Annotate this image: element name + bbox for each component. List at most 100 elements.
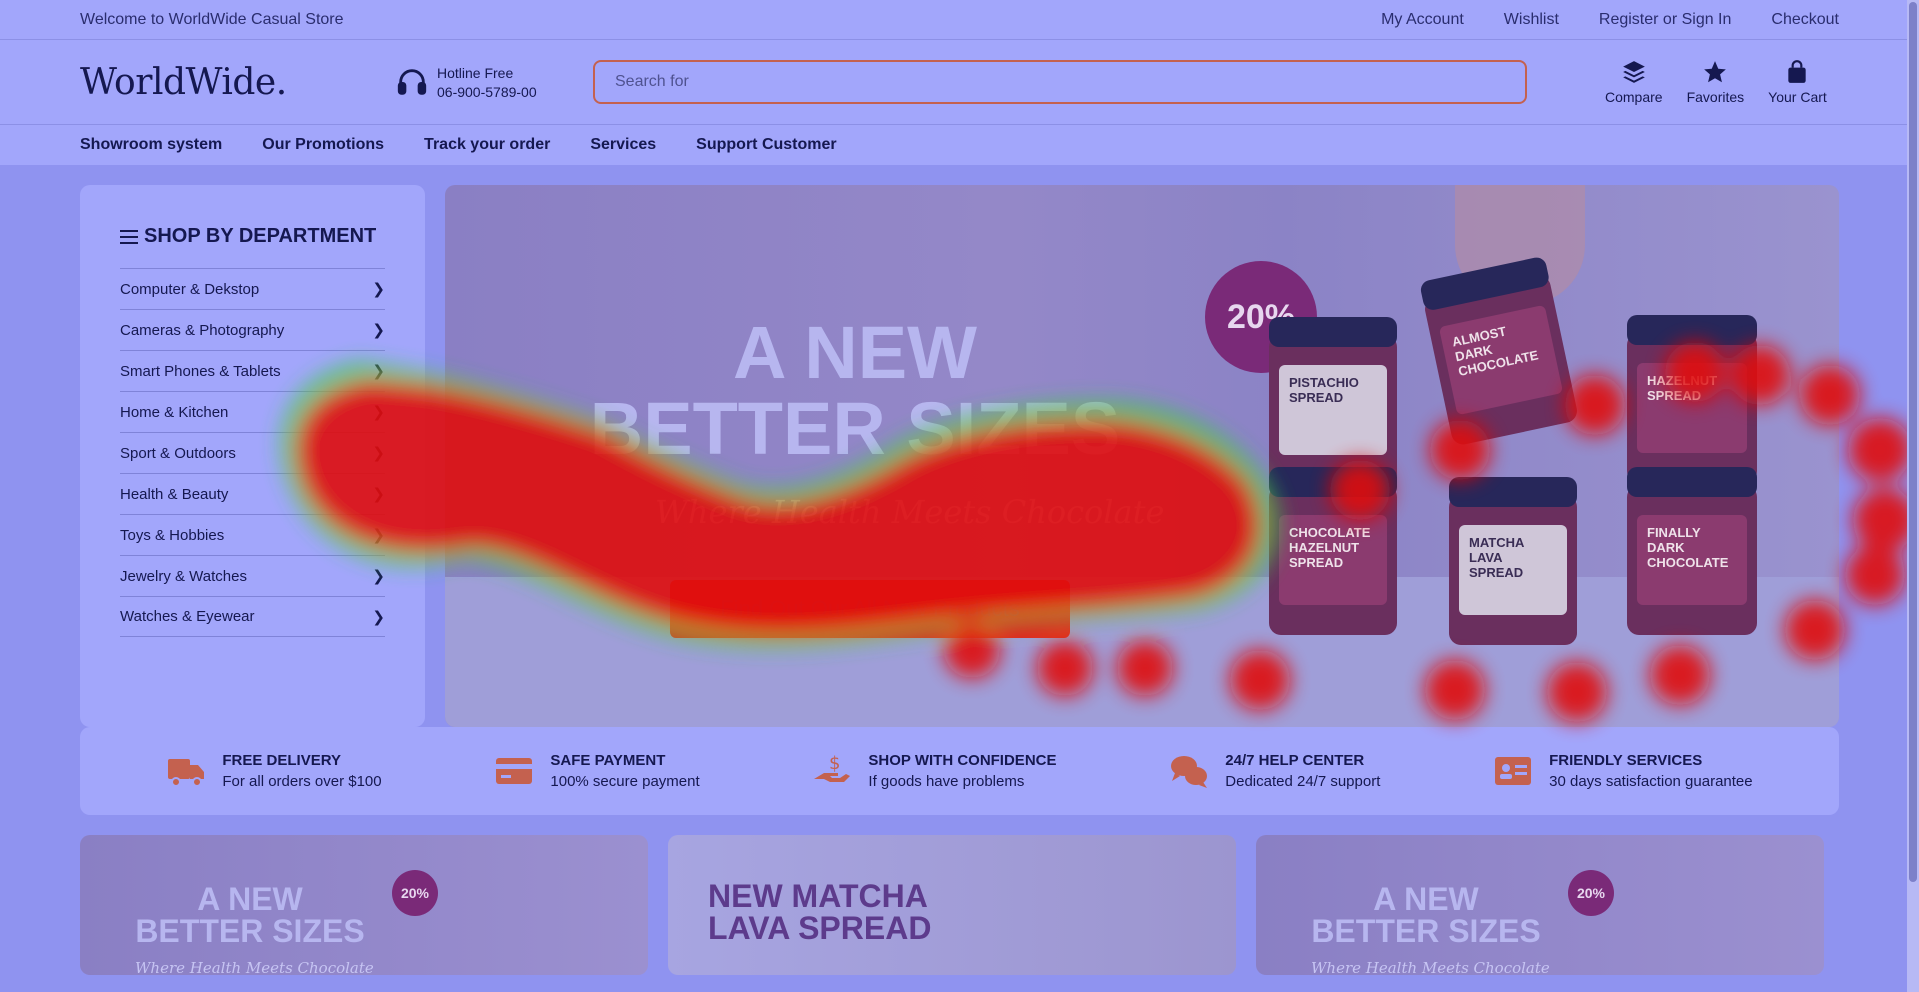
banner-badge: 20% bbox=[392, 870, 438, 916]
feature-subtitle: 30 days satisfaction guarantee bbox=[1549, 773, 1753, 790]
hero-title: A NEW BETTER SIZES bbox=[585, 315, 1125, 467]
banner-title: NEW MATCHA LAVA SPREAD bbox=[708, 880, 931, 944]
jar-label: ALMOST DARK CHOCOLATE bbox=[1438, 304, 1564, 416]
department-item[interactable]: Health & Beauty ❯ bbox=[120, 473, 385, 514]
hotline-label: Hotline Free bbox=[437, 64, 514, 81]
truck-icon bbox=[168, 759, 205, 787]
banner-title-line1: A NEW bbox=[197, 881, 303, 917]
chevron-right-icon: ❯ bbox=[372, 404, 385, 421]
jar-label: HAZELNUT SPREAD bbox=[1637, 363, 1747, 453]
banner-subtitle: Where Health Meets Chocolate bbox=[1311, 959, 1550, 975]
department-title: SHOP BY DEPARTMENT bbox=[120, 225, 385, 248]
jar-hazelnut: HAZELNUT SPREAD bbox=[1627, 315, 1757, 483]
hotline-number[interactable]: 06-900-5789-00 bbox=[437, 84, 537, 100]
register-signin-link[interactable]: Register or Sign In bbox=[1599, 11, 1732, 29]
department-item[interactable]: Toys & Hobbies ❯ bbox=[120, 514, 385, 555]
department-item-label: Toys & Hobbies bbox=[120, 526, 225, 544]
wishlist-link[interactable]: Wishlist bbox=[1504, 11, 1559, 29]
hero-tagline: Where Health Meets Chocolate bbox=[655, 493, 1165, 531]
feature-title: FRIENDLY SERVICES bbox=[1549, 752, 1703, 769]
nav-support[interactable]: Support Customer bbox=[696, 136, 836, 154]
header: WorldWide. Hotline Free 06-900-5789-00 C… bbox=[0, 40, 1919, 125]
banner-title-line2: BETTER SIZES bbox=[1311, 913, 1541, 949]
hand-dollar-icon: $ bbox=[814, 753, 851, 782]
chevron-right-icon: ❯ bbox=[372, 322, 385, 339]
welcome-text: Welcome to WorldWide Casual Store bbox=[80, 10, 344, 28]
department-panel: SHOP BY DEPARTMENT Computer & Dekstop ❯ C… bbox=[80, 185, 425, 727]
department-item[interactable]: Cameras & Photography ❯ bbox=[120, 309, 385, 350]
jar-lid bbox=[1269, 317, 1397, 347]
logo[interactable]: WorldWide. bbox=[80, 62, 395, 103]
department-item-label: Computer & Dekstop bbox=[120, 280, 260, 298]
banner-title-line2: BETTER SIZES bbox=[135, 913, 365, 949]
nav-services[interactable]: Services bbox=[590, 136, 656, 154]
bag-icon bbox=[1788, 60, 1807, 83]
department-item[interactable]: Home & Kitchen ❯ bbox=[120, 391, 385, 432]
svg-text:$: $ bbox=[829, 753, 840, 774]
feature-subtitle: For all orders over $100 bbox=[222, 773, 382, 790]
banner-title-line1: NEW MATCHA bbox=[708, 878, 928, 914]
feature-title: SAFE PAYMENT bbox=[550, 752, 666, 769]
nav-track-order[interactable]: Track your order bbox=[424, 136, 550, 154]
feature-title: 24/7 HELP CENTER bbox=[1225, 752, 1365, 769]
jar-label: PISTACHIO SPREAD bbox=[1279, 365, 1387, 455]
cart-label: Your Cart bbox=[1768, 89, 1827, 105]
banner-title: A NEW BETTER SIZES bbox=[120, 883, 380, 947]
scrollbar-thumb[interactable] bbox=[1909, 2, 1917, 882]
hero-cta-button[interactable]: Find Out Our All New Products bbox=[670, 580, 1070, 638]
jar-finally-dark: FINALLY DARK CHOCOLATE bbox=[1627, 467, 1757, 635]
department-item-label: Health & Beauty bbox=[120, 485, 229, 503]
features-bar: FREE DELIVERY For all orders over $100 SA… bbox=[80, 727, 1839, 815]
chevron-right-icon: ❯ bbox=[372, 486, 385, 503]
hero-banner[interactable]: A NEW BETTER SIZES Where Health Meets Ch… bbox=[445, 185, 1839, 727]
department-item-label: Smart Phones & Tablets bbox=[120, 362, 281, 380]
top-bar: Welcome to WorldWide Casual Store My Acc… bbox=[0, 0, 1919, 40]
jar-label: MATCHA LAVA SPREAD bbox=[1459, 525, 1567, 615]
feature-safe-payment: SAFE PAYMENT 100% secure payment bbox=[494, 751, 700, 791]
department-item-label: Watches & Eyewear bbox=[120, 608, 255, 625]
main-nav: Showroom system Our Promotions Track you… bbox=[0, 125, 1919, 165]
compare-button[interactable]: Compare bbox=[1605, 59, 1663, 105]
menu-icon[interactable] bbox=[120, 229, 138, 245]
department-title-text: SHOP BY DEPARTMENT bbox=[144, 225, 377, 247]
checkout-link[interactable]: Checkout bbox=[1771, 11, 1839, 29]
top-links: My Account Wishlist Register or Sign In … bbox=[1381, 11, 1839, 29]
chevron-right-icon: ❯ bbox=[372, 281, 385, 298]
jar-label: FINALLY DARK CHOCOLATE bbox=[1637, 515, 1747, 605]
feature-title: SHOP WITH CONFIDENCE bbox=[868, 752, 1057, 769]
jar-chocolate-hazelnut: CHOCOLATE HAZELNUT SPREAD bbox=[1269, 467, 1397, 635]
headset-icon bbox=[397, 69, 427, 95]
layers-icon bbox=[1622, 61, 1645, 83]
cart-button[interactable]: Your Cart bbox=[1768, 59, 1827, 105]
page-scrollbar[interactable] bbox=[1907, 0, 1919, 992]
banner-badge: 20% bbox=[1568, 870, 1614, 916]
favorites-button[interactable]: Favorites bbox=[1687, 59, 1744, 105]
chevron-right-icon: ❯ bbox=[372, 527, 385, 544]
feature-subtitle: Dedicated 24/7 support bbox=[1225, 773, 1381, 790]
department-item[interactable]: Smart Phones & Tablets ❯ bbox=[120, 350, 385, 391]
my-account-link[interactable]: My Account bbox=[1381, 11, 1464, 29]
jar-pistachio: PISTACHIO SPREAD bbox=[1269, 317, 1397, 485]
jar-lid bbox=[1449, 477, 1577, 507]
department-item[interactable]: Sport & Outdoors ❯ bbox=[120, 432, 385, 473]
nav-showroom[interactable]: Showroom system bbox=[80, 136, 222, 154]
banner-title-line1: A NEW bbox=[1373, 881, 1479, 917]
department-item-label: Home & Kitchen bbox=[120, 403, 229, 421]
department-item[interactable]: Watches & Eyewear ❯ bbox=[120, 596, 385, 637]
id-card-icon bbox=[1495, 757, 1532, 785]
banner-subtitle: Where Health Meets Chocolate bbox=[135, 959, 374, 975]
feature-subtitle: 100% secure payment bbox=[550, 773, 700, 790]
promo-banner-sizes[interactable]: A NEW BETTER SIZES Where Health Meets Cho… bbox=[80, 835, 648, 975]
promo-banner-sizes-2[interactable]: A NEW BETTER SIZES Where Health Meets Cho… bbox=[1256, 835, 1824, 975]
search-box bbox=[593, 60, 1527, 104]
department-item-label: Sport & Outdoors bbox=[120, 444, 236, 462]
promo-banner-matcha[interactable]: NEW MATCHA LAVA SPREAD bbox=[668, 835, 1236, 975]
nav-promotions[interactable]: Our Promotions bbox=[262, 136, 384, 154]
search-input[interactable] bbox=[615, 73, 1505, 91]
banner-title: A NEW BETTER SIZES bbox=[1296, 883, 1556, 947]
chevron-right-icon: ❯ bbox=[372, 608, 385, 626]
department-item[interactable]: Jewelry & Watches ❯ bbox=[120, 555, 385, 596]
feature-subtitle: If goods have problems bbox=[868, 773, 1025, 790]
department-item[interactable]: Computer & Dekstop ❯ bbox=[120, 268, 385, 309]
jar-lid bbox=[1269, 467, 1397, 497]
